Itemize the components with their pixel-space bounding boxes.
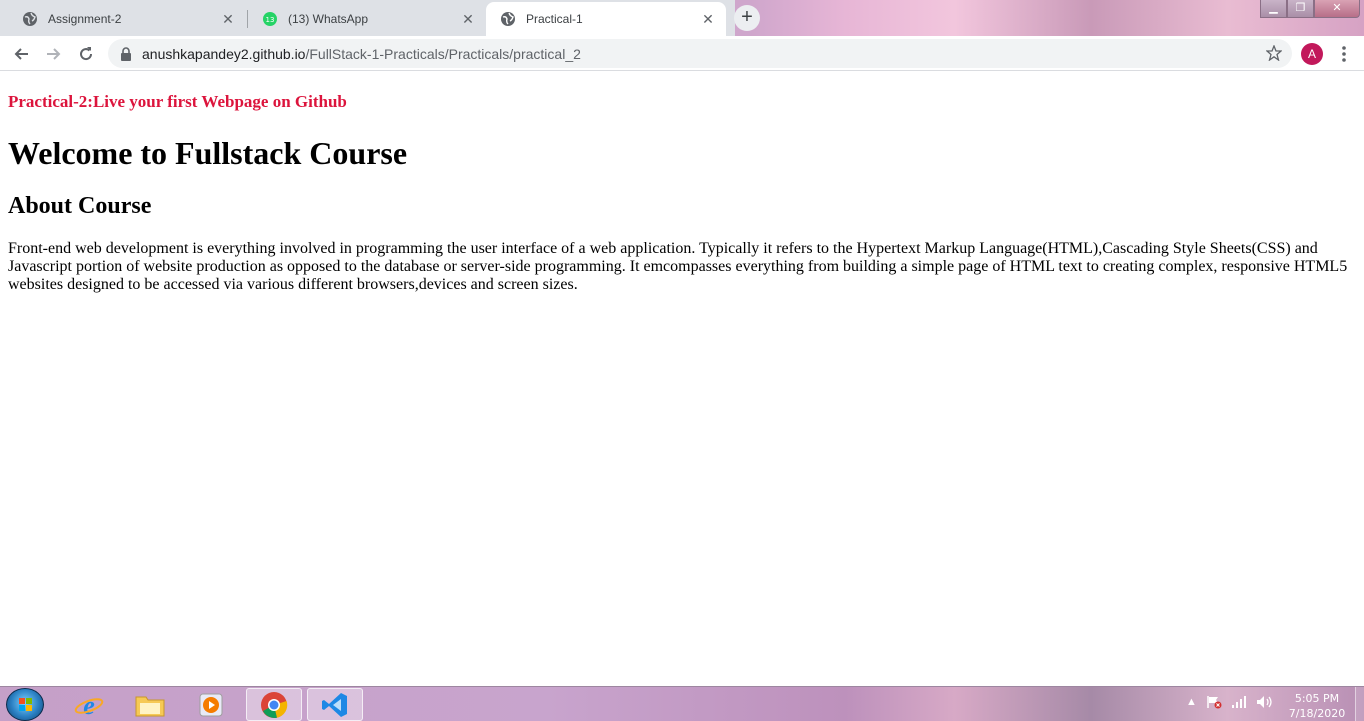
tab-strip: Assignment-2 ✕ 13 (13) WhatsApp ✕ Practi… — [0, 0, 1364, 36]
internet-explorer-icon[interactable]: e — [61, 688, 117, 721]
tab-title: Practical-1 — [526, 12, 583, 26]
tab-close-icon[interactable]: ✕ — [700, 11, 716, 27]
show-desktop-button[interactable] — [1355, 687, 1364, 721]
globe-icon — [22, 11, 38, 27]
tab-practical-1[interactable]: Practical-1 ✕ — [486, 2, 726, 36]
show-hidden-icons-icon[interactable]: ▲ — [1186, 696, 1197, 708]
file-explorer-icon[interactable] — [122, 688, 178, 721]
windows-taskbar: e ▲ 5:05 PM 7/18/2020 — [0, 686, 1364, 721]
network-signal-icon[interactable] — [1231, 696, 1247, 708]
url-host: anushkapandey2.github.io — [142, 45, 306, 62]
back-button[interactable] — [8, 41, 34, 67]
forward-button[interactable] — [41, 41, 67, 67]
reload-button[interactable] — [73, 41, 99, 67]
lock-icon[interactable] — [118, 46, 134, 62]
whatsapp-icon: 13 — [262, 11, 278, 27]
close-window-button[interactable]: ✕ — [1314, 0, 1360, 18]
new-tab-button[interactable]: + — [734, 5, 760, 31]
page-subtitle: Practical-2:Live your first Webpage on G… — [8, 92, 347, 111]
system-tray: ▲ — [1186, 695, 1274, 709]
browser-toolbar: anushkapandey2.github.io/FullStack-1-Pra… — [0, 36, 1364, 71]
url-path: /FullStack-1-Practicals/Practicals/pract… — [305, 45, 581, 62]
window-controls: ▁ ❐ ✕ — [1260, 0, 1360, 20]
tab-title: (13) WhatsApp — [288, 12, 369, 26]
chrome-icon[interactable] — [246, 688, 302, 721]
reload-icon — [80, 47, 93, 61]
system-clock[interactable]: 5:05 PM 7/18/2020 — [1282, 691, 1352, 721]
section-heading: About Course — [8, 193, 152, 219]
forward-arrow-icon — [47, 48, 61, 60]
more-menu-icon[interactable] — [1336, 45, 1352, 63]
back-arrow-icon — [14, 48, 28, 60]
address-bar[interactable]: anushkapandey2.github.io/FullStack-1-Pra… — [108, 39, 1292, 68]
svg-text:e: e — [83, 691, 95, 719]
course-description: Front-end web development is everything … — [8, 240, 1348, 293]
web-page-content: Practical-2:Live your first Webpage on G… — [0, 72, 1364, 686]
tab-title: Assignment-2 — [48, 12, 122, 26]
clock-time: 5:05 PM — [1294, 692, 1340, 705]
page-title: Welcome to Fullstack Course — [8, 135, 408, 171]
minimize-button[interactable]: ▁ — [1260, 0, 1287, 18]
media-player-icon[interactable] — [183, 688, 239, 721]
globe-icon — [500, 11, 516, 27]
maximize-button[interactable]: ❐ — [1287, 0, 1314, 18]
tab-whatsapp[interactable]: 13 (13) WhatsApp ✕ — [248, 2, 486, 36]
windows-start-icon[interactable] — [6, 688, 44, 721]
svg-text:13: 13 — [266, 16, 275, 24]
tab-assignment-2[interactable]: Assignment-2 ✕ — [8, 2, 246, 36]
tab-close-icon[interactable]: ✕ — [220, 11, 236, 27]
action-center-flag-icon[interactable] — [1206, 695, 1222, 709]
bookmark-star-icon[interactable] — [1266, 45, 1282, 61]
profile-avatar[interactable]: A — [1301, 43, 1323, 65]
tab-close-icon[interactable]: ✕ — [460, 11, 476, 27]
clock-date: 7/18/2020 — [1288, 707, 1346, 720]
vscode-icon[interactable] — [307, 688, 363, 721]
volume-icon[interactable] — [1256, 695, 1274, 709]
